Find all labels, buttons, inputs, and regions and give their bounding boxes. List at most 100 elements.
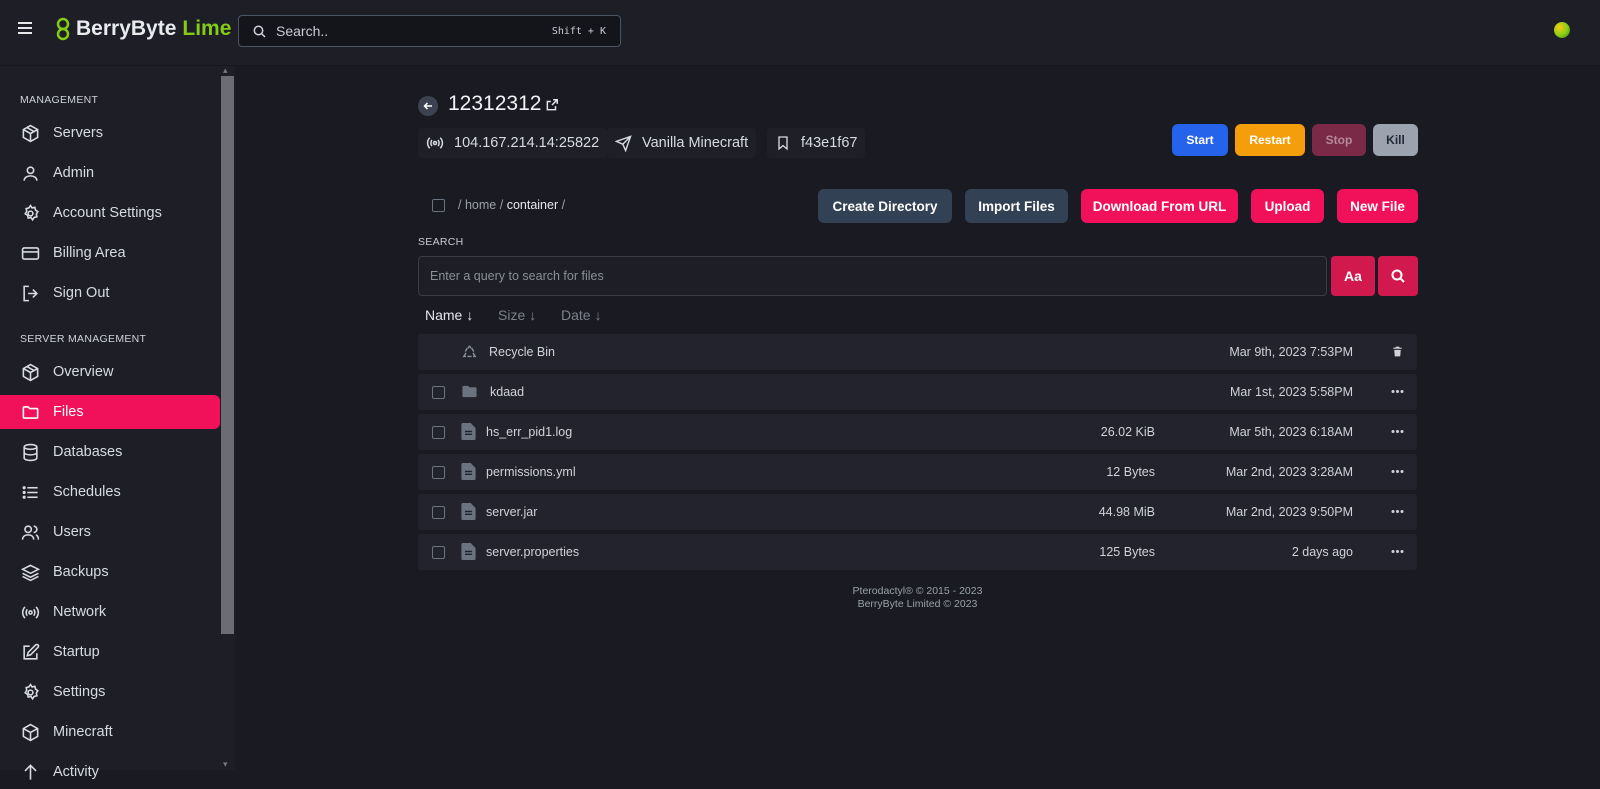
server-address[interactable]: 104.167.214.14:25822 [418,128,608,158]
credit-card-icon [20,243,40,263]
sort-by-date[interactable]: Date ↓ [561,307,602,323]
row-checkbox[interactable] [432,546,445,559]
page-title: 12312312 [448,92,542,115]
sidebar-item-startup[interactable]: Startup [0,635,220,669]
sidebar-item-servers[interactable]: Servers [0,116,220,150]
more-options-icon[interactable] [1391,545,1405,559]
file-size: 26.02 KiB [1100,425,1155,439]
sidebar-item-files[interactable]: Files [0,395,220,429]
sidebar-item-sign-out[interactable]: Sign Out [0,276,220,310]
gear-icon [20,682,40,702]
file-row-recycle-bin[interactable]: Recycle Bin Mar 9th, 2023 7:53PM [418,334,1417,370]
arrow-left-icon [423,102,432,110]
sidebar-item-billing-area[interactable]: Billing Area [0,236,220,270]
external-link-icon[interactable] [545,98,559,112]
file-size: 44.98 MiB [1098,505,1155,519]
kill-button[interactable]: Kill [1373,124,1418,156]
broadcast-icon [426,134,444,152]
avatar[interactable] [1554,22,1570,38]
file-row[interactable]: kdaad Mar 1st, 2023 5:58PM [418,374,1417,410]
send-icon [615,134,632,152]
users-icon [20,522,40,542]
new-file-button[interactable]: New File [1337,189,1418,223]
case-sensitive-button[interactable]: Aa [1331,256,1375,296]
download-from-url-button[interactable]: Download From URL [1081,189,1238,223]
stop-button[interactable]: Stop [1312,124,1366,156]
scroll-up-icon[interactable]: ▴ [223,66,228,75]
more-options-icon[interactable] [1391,385,1405,399]
file-date: Mar 2nd, 2023 3:28AM [1225,465,1353,479]
server-id[interactable]: f43e1f67 [767,128,866,158]
file-name: kdaad [490,385,525,399]
file-row[interactable]: permissions.yml 12 Bytes Mar 2nd, 2023 3… [418,454,1417,490]
logo-icon [56,17,70,41]
more-options-icon[interactable] [1391,465,1405,479]
more-options-icon[interactable] [1391,505,1405,519]
restart-button[interactable]: Restart [1235,124,1305,156]
sidebar-item-activity[interactable]: Activity [0,755,220,789]
search-icon [1391,269,1405,283]
file-row[interactable]: hs_err_pid1.log 26.02 KiB Mar 5th, 2023 … [418,414,1417,450]
sidebar-scrollbar-thumb[interactable] [221,76,234,634]
footer-copyright: Pterodactyl® © 2015 - 2023 [852,585,983,597]
breadcrumb-container[interactable]: container [507,198,558,212]
sidebar-item-settings[interactable]: Settings [0,675,220,709]
top-bar: BerryByte Lime Search.. Shift + K [0,0,1600,66]
start-button[interactable]: Start [1172,124,1228,156]
file-date: Mar 1st, 2023 5:58PM [1230,385,1353,399]
arrow-down-icon: ↓ [594,307,602,323]
sidebar-item-backups[interactable]: Backups [0,555,220,589]
sidebar-item-databases[interactable]: Databases [0,435,220,469]
box-icon [20,722,40,742]
back-button[interactable] [418,96,438,116]
scroll-down-icon[interactable]: ▾ [223,760,228,769]
menu-icon[interactable] [18,22,34,36]
edit-icon [20,642,40,662]
sidebar-item-minecraft[interactable]: Minecraft [0,715,220,749]
file-date: Mar 9th, 2023 7:53PM [1229,345,1353,359]
section-label-management: MANAGEMENT [20,94,99,106]
arrow-down-icon: ↓ [466,307,474,323]
brand-logo[interactable]: BerryByte Lime [56,17,231,41]
row-checkbox[interactable] [432,386,445,399]
row-checkbox[interactable] [432,426,445,439]
sidebar-item-account-settings[interactable]: Account Settings [0,196,220,230]
sidebar-item-admin[interactable]: Admin [0,156,220,190]
file-row[interactable]: server.jar 44.98 MiB Mar 2nd, 2023 9:50P… [418,494,1417,530]
trash-icon[interactable] [1391,345,1405,359]
search-label: SEARCH [418,236,464,248]
search-button[interactable] [1378,256,1418,296]
brand-name: BerryByte [76,17,177,40]
file-name: server.jar [486,505,538,519]
file-search-input[interactable]: Enter a query to search for files [418,256,1327,296]
brand-suffix: Lime [182,17,232,40]
global-search[interactable]: Search.. Shift + K [238,15,621,47]
file-name: server.properties [486,545,580,559]
cube-icon [20,123,40,143]
folder-icon [20,402,40,422]
file-icon [461,503,476,520]
list-icon [20,482,40,502]
select-all-checkbox[interactable] [432,199,445,212]
import-files-button[interactable]: Import Files [965,189,1068,223]
file-name: permissions.yml [486,465,576,479]
cube-icon [20,362,40,382]
breadcrumb-home[interactable]: home [465,198,496,212]
sidebar-item-users[interactable]: Users [0,515,220,549]
sort-by-name[interactable]: Name ↓ [425,307,473,323]
upload-button[interactable]: Upload [1251,189,1324,223]
breadcrumb: / home / container / [458,198,566,212]
more-options-icon[interactable] [1391,425,1405,439]
sidebar-item-overview[interactable]: Overview [0,355,220,389]
sidebar-item-schedules[interactable]: Schedules [0,475,220,509]
folder-icon [461,383,478,400]
create-directory-button[interactable]: Create Directory [818,189,952,223]
server-egg: Vanilla Minecraft [607,128,757,158]
row-checkbox[interactable] [432,506,445,519]
row-checkbox[interactable] [432,466,445,479]
sidebar-item-network[interactable]: Network [0,595,220,629]
layers-icon [20,562,40,582]
sort-by-size[interactable]: Size ↓ [498,307,536,323]
file-row[interactable]: server.properties 125 Bytes 2 days ago [418,534,1417,570]
gear-icon [20,203,40,223]
